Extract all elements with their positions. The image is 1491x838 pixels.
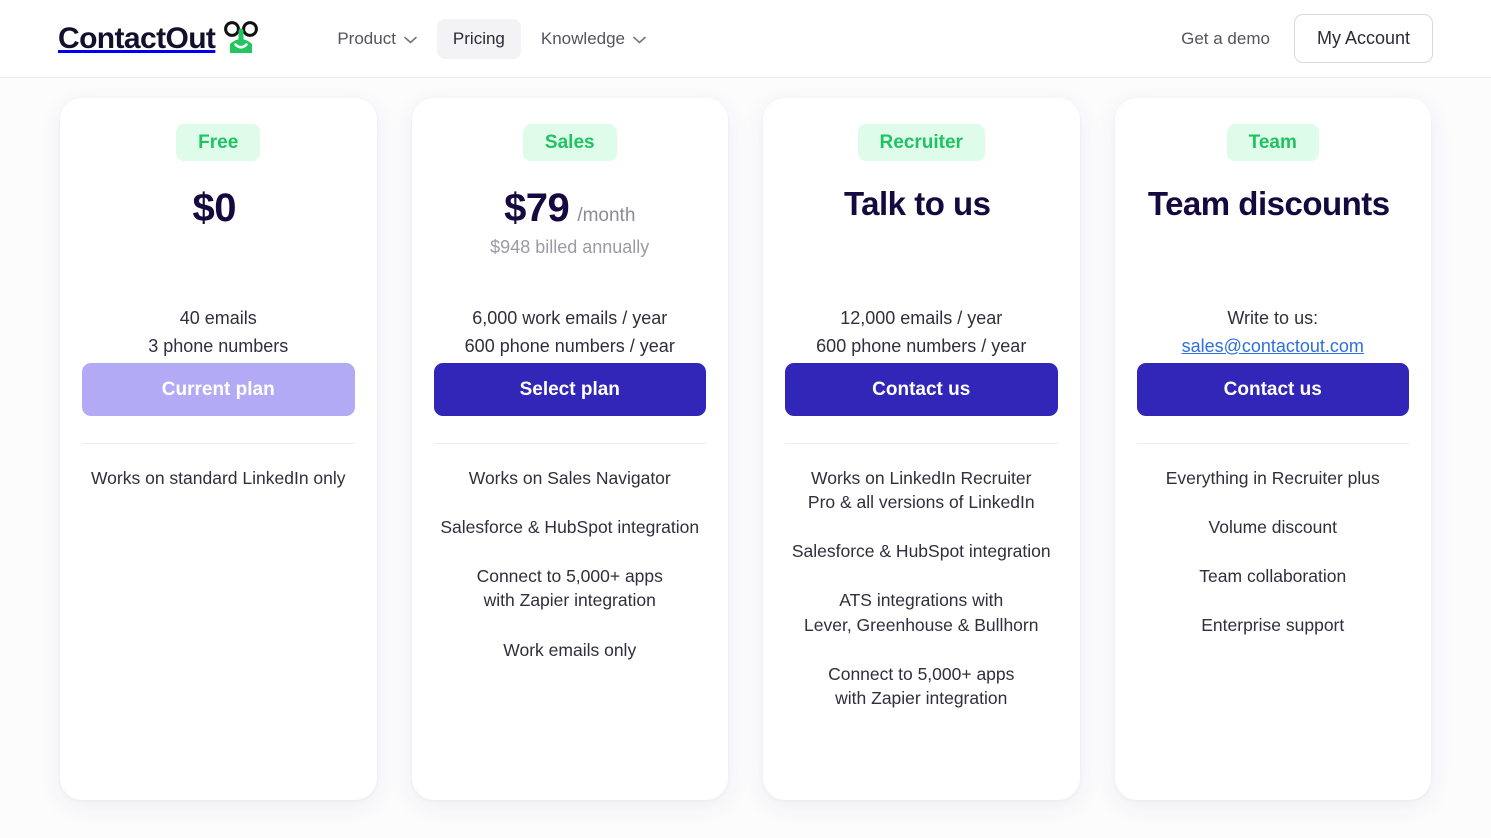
plan-quota-block: 12,000 emails / year 600 phone numbers /… xyxy=(816,305,1026,363)
header-actions: Get a demo My Account xyxy=(1181,14,1433,63)
plan-quota-block: 40 emails 3 phone numbers xyxy=(148,305,288,363)
plan-feature-item: ATS integrations with Lever, Greenhouse … xyxy=(804,590,1039,635)
plan-quota-line: 40 emails xyxy=(179,308,257,328)
plan-badge: Free xyxy=(176,124,261,161)
plan-quota-line: Write to us: xyxy=(1227,308,1319,328)
card-divider xyxy=(433,443,706,444)
site-header: ContactOut Product Pricing Knowledge Get… xyxy=(0,0,1491,78)
plan-feature-item: Volume discount xyxy=(1208,517,1337,538)
plan-quota-block: 6,000 work emails / year 600 phone numbe… xyxy=(465,305,675,363)
plan-card-recruiter: Recruiter Talk to us 12,000 emails / yea… xyxy=(763,98,1080,800)
chevron-down-icon xyxy=(633,29,646,49)
plan-feature-list: Works on Sales Navigator Salesforce & Hu… xyxy=(434,466,707,662)
plan-feature-item: Work emails only xyxy=(503,639,637,660)
plan-price-amount: $0 xyxy=(192,186,237,230)
plan-feature-item: Works on standard LinkedIn only xyxy=(90,468,346,488)
brand-logo[interactable]: ContactOut xyxy=(58,20,261,56)
plan-quota-block: Write to us: sales@contactout.com xyxy=(1182,305,1364,363)
card-divider xyxy=(82,443,355,444)
plan-feature-item: Works on LinkedIn Recruiter Pro & all ve… xyxy=(807,468,1035,513)
plan-feature-item: Salesforce & HubSpot integration xyxy=(791,541,1051,562)
plan-price-block: Team discounts xyxy=(1148,185,1398,281)
plan-cta-contact-us[interactable]: Contact us xyxy=(785,363,1058,416)
plan-feature-item: Works on Sales Navigator xyxy=(468,468,671,488)
plan-feature-list: Works on standard LinkedIn only xyxy=(82,466,355,490)
plan-badge: Sales xyxy=(522,124,617,161)
plan-feature-item: Salesforce & HubSpot integration xyxy=(440,517,700,538)
sales-email-link[interactable]: sales@contactout.com xyxy=(1182,336,1364,356)
card-divider xyxy=(785,443,1058,444)
plan-card-team: Team Team discounts Write to us: sales@c… xyxy=(1114,98,1431,800)
plan-feature-item: Connect to 5,000+ apps with Zapier integ… xyxy=(476,566,663,611)
plan-quota-line: 3 phone numbers xyxy=(148,335,289,356)
plan-price-period: /month xyxy=(577,205,636,226)
contactout-mascot-icon xyxy=(221,20,261,56)
nav-item-knowledge-label: Knowledge xyxy=(540,28,626,48)
plan-feature-item: Enterprise support xyxy=(1201,615,1345,636)
plan-quota-line: 6,000 work emails / year xyxy=(472,308,668,328)
plan-quota-line: 12,000 emails / year xyxy=(840,308,1003,328)
plan-feature-list: Works on LinkedIn Recruiter Pro & all ve… xyxy=(785,466,1058,710)
plan-badge: Team xyxy=(1226,124,1319,161)
plan-price-amount: $79 xyxy=(504,186,570,230)
nav-item-pricing-label: Pricing xyxy=(452,28,505,48)
nav-item-product-label: Product xyxy=(337,28,396,48)
plan-badge: Recruiter xyxy=(857,124,985,161)
pricing-plans-region: Free $0 40 emails 3 phone numbers Curren… xyxy=(0,78,1491,800)
plan-feature-list: Everything in Recruiter plus Volume disc… xyxy=(1137,466,1410,638)
card-divider xyxy=(1136,443,1409,444)
plan-quota-line: 600 phone numbers / year xyxy=(816,335,1027,356)
plan-cta-contact-us[interactable]: Contact us xyxy=(1136,363,1409,416)
plan-price-amount: Team discounts xyxy=(1147,185,1390,222)
plan-price-billing: $948 billed annually xyxy=(490,237,650,257)
nav-item-knowledge[interactable]: Knowledge xyxy=(525,19,662,59)
plan-feature-item: Team collaboration xyxy=(1199,566,1347,587)
plan-card-sales: Sales $79 /month $948 billed annually 6,… xyxy=(411,98,728,800)
my-account-button[interactable]: My Account xyxy=(1293,14,1433,63)
plan-price-block: $79 /month $948 billed annually xyxy=(490,185,649,281)
main-navigation: Product Pricing Knowledge xyxy=(321,18,662,59)
brand-wordmark: ContactOut xyxy=(58,21,216,55)
plan-cta-current-plan[interactable]: Current plan xyxy=(82,363,355,416)
plan-price-block: $0 xyxy=(193,185,245,281)
plan-card-free: Free $0 40 emails 3 phone numbers Curren… xyxy=(60,98,377,800)
plan-feature-item: Connect to 5,000+ apps with Zapier integ… xyxy=(828,663,1015,708)
chevron-down-icon xyxy=(404,29,417,49)
plan-price-block: Talk to us xyxy=(844,185,999,281)
nav-item-pricing[interactable]: Pricing xyxy=(436,18,521,59)
plan-cta-select-plan[interactable]: Select plan xyxy=(433,363,706,416)
plan-quota-line: 600 phone numbers / year xyxy=(464,335,675,356)
get-a-demo-link[interactable]: Get a demo xyxy=(1181,29,1270,49)
nav-item-product[interactable]: Product xyxy=(321,19,433,59)
plan-feature-item: Everything in Recruiter plus xyxy=(1165,468,1380,488)
plan-price-amount: Talk to us xyxy=(843,185,991,222)
